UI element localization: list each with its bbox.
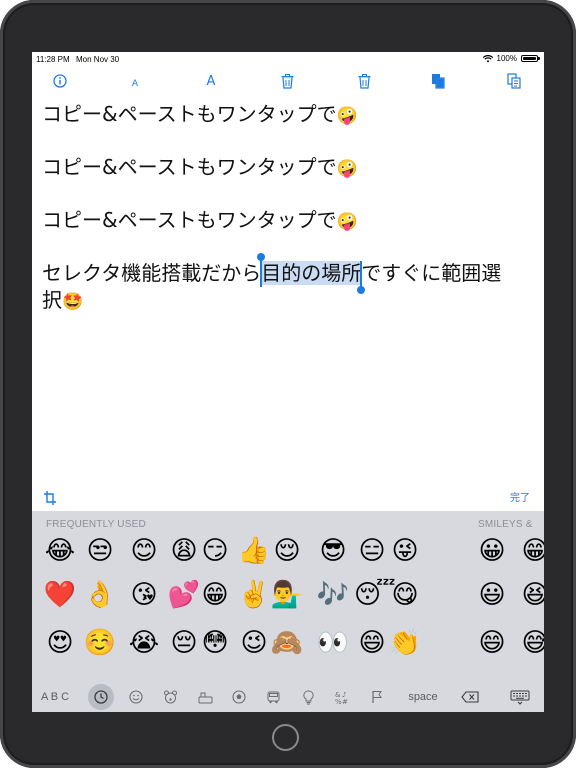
emoji-key[interactable]: 😜	[387, 533, 423, 569]
keyboard-dismiss-icon[interactable]	[508, 682, 532, 712]
selection-start-handle[interactable]	[257, 253, 266, 287]
emoji-key[interactable]: 😘	[126, 577, 162, 613]
emoji-key[interactable]: 😋	[387, 577, 423, 613]
line-text-before: セレクタ機能搭載だから	[42, 261, 262, 285]
emoji-key[interactable]: 🙈	[269, 625, 305, 661]
emoji-key[interactable]: 😆	[517, 577, 544, 613]
emoji-grid: 😂 😒 😊 😩 😏 👍 😌 😎 😑 😜 😀 😁 ❤️ 👌 😘 💕 😁 ✌️ 💁‍♂️ 🎶 😴 😋 😃 😆 😍 ☺️ 😭 😔 😳 😉 🙈 👀 😄 👏…	[32, 533, 544, 683]
delete-icon[interactable]	[458, 682, 482, 712]
emoji-key[interactable]: 😁	[197, 577, 233, 613]
line-text-after: ですぐに範囲選	[361, 261, 502, 285]
emoji-key[interactable]: 😌	[269, 533, 305, 569]
status-date: Mon Nov 30	[76, 55, 120, 64]
emoji-key[interactable]: 😀	[474, 533, 510, 569]
emoji-key[interactable]: 👀	[315, 625, 351, 661]
emoji-key[interactable]: 😄	[354, 625, 390, 661]
trash-icon[interactable]	[279, 70, 295, 92]
screen: 11:28 PM Mon Nov 30 100% A A コピー&ペーストもワン…	[32, 52, 544, 712]
emoji-key[interactable]: 😄	[474, 625, 510, 661]
smiley-icon[interactable]	[124, 682, 148, 712]
home-button[interactable]	[272, 724, 299, 751]
emoji-key[interactable]: 😑	[354, 533, 390, 569]
category-label-frequent: FREQUENTLY USED	[46, 519, 146, 530]
emoji-key[interactable]: 😳	[197, 625, 233, 661]
ball-icon[interactable]	[227, 682, 251, 712]
paste-icon[interactable]	[506, 70, 522, 92]
emoji-key[interactable]: 😍	[42, 625, 78, 661]
bear-icon[interactable]	[158, 682, 182, 712]
emoji-key[interactable]: 👍	[236, 533, 272, 569]
zany-face-emoji: 🤪	[336, 159, 358, 179]
text-line-2: コピー&ペーストもワンタップで🤪	[42, 151, 358, 180]
emoji-key[interactable]: 💁‍♂️	[269, 577, 305, 613]
text-line-1: コピー&ペーストもワンタップで🤪	[42, 98, 358, 127]
emoji-key[interactable]: 👌	[82, 577, 118, 613]
text-selection[interactable]: 目的の場所	[257, 253, 366, 294]
emoji-key[interactable]: 😒	[82, 533, 118, 569]
emoji-key[interactable]: 😭	[126, 625, 162, 661]
symbols-icon[interactable]: & ♪% #	[330, 682, 354, 712]
emoji-key[interactable]: 😎	[315, 533, 351, 569]
category-label-smileys: SMILEYS &	[478, 519, 533, 530]
clock-icon[interactable]	[86, 682, 116, 712]
line-text: コピー&ペーストもワンタップで	[42, 208, 337, 232]
battery-icon	[521, 55, 540, 62]
food-icon[interactable]	[193, 682, 217, 712]
status-bar: 11:28 PM Mon Nov 30 100%	[32, 52, 544, 67]
zany-face-emoji: 🤪	[336, 212, 358, 232]
emoji-key[interactable]: 😁	[517, 533, 544, 569]
selected-text: 目的の場所	[261, 261, 362, 285]
status-right: 100%	[482, 54, 540, 63]
line-text: コピー&ペーストもワンタップで	[42, 155, 337, 179]
zany-face-emoji: 🤪	[336, 106, 358, 126]
keyboard-category-bar: A B C & ♪ % # space	[32, 682, 544, 712]
font-increase-button[interactable]: A	[204, 70, 218, 92]
copy-icon[interactable]	[430, 70, 446, 92]
ipad-frame: 11:28 PM Mon Nov 30 100% A A コピー&ペーストもワン…	[0, 0, 576, 768]
star-struck-emoji: 🤩	[62, 292, 84, 312]
trash-icon[interactable]	[356, 70, 372, 92]
line-text-wrap: 択	[42, 288, 62, 312]
crop-icon[interactable]	[44, 490, 56, 509]
emoji-key[interactable]: 😅	[517, 625, 544, 661]
text-line-3: コピー&ペーストもワンタップで🤪	[42, 204, 358, 233]
battery-percent: 100%	[496, 54, 517, 63]
emoji-key[interactable]: 😴	[354, 577, 396, 613]
svg-text:%: %	[335, 698, 342, 705]
car-icon[interactable]	[261, 682, 285, 712]
info-icon[interactable]	[52, 70, 68, 92]
emoji-key[interactable]: ✌️	[236, 577, 272, 613]
text-line-4: セレクタ機能搭載だから 目的の場所 ですぐに範囲選	[42, 253, 502, 294]
emoji-key[interactable]: ☺️	[82, 625, 118, 661]
emoji-key[interactable]: 👏	[387, 625, 423, 661]
font-decrease-button[interactable]: A	[129, 73, 141, 95]
emoji-keyboard: FREQUENTLY USED SMILEYS & 😂 😒 😊 😩 😏 👍 😌 😎 😑 😜 😀 😁 ❤️…	[32, 511, 544, 712]
emoji-key[interactable]: 😃	[474, 577, 510, 613]
toolbar: A A	[32, 70, 544, 92]
bulb-icon[interactable]	[296, 682, 320, 712]
status-time: 11:28 PM	[36, 55, 70, 64]
done-button[interactable]: 完了	[510, 489, 530, 504]
emoji-key[interactable]: 😂	[42, 533, 78, 569]
emoji-key[interactable]: 🎶	[315, 577, 351, 613]
emoji-key[interactable]: 😉	[236, 625, 272, 661]
emoji-key[interactable]: 😏	[197, 533, 233, 569]
wifi-icon	[482, 54, 493, 62]
abc-button[interactable]: A B C	[36, 682, 74, 712]
line-text: コピー&ペーストもワンタップで	[42, 102, 337, 126]
emoji-key[interactable]: 😊	[126, 533, 162, 569]
flag-icon[interactable]	[365, 682, 389, 712]
text-line-5: 択🤩	[42, 284, 83, 313]
emoji-key[interactable]: ❤️	[42, 577, 78, 613]
space-key[interactable]: space	[400, 682, 446, 712]
selection-end-handle[interactable]	[357, 261, 366, 294]
svg-text:#: #	[342, 698, 348, 705]
